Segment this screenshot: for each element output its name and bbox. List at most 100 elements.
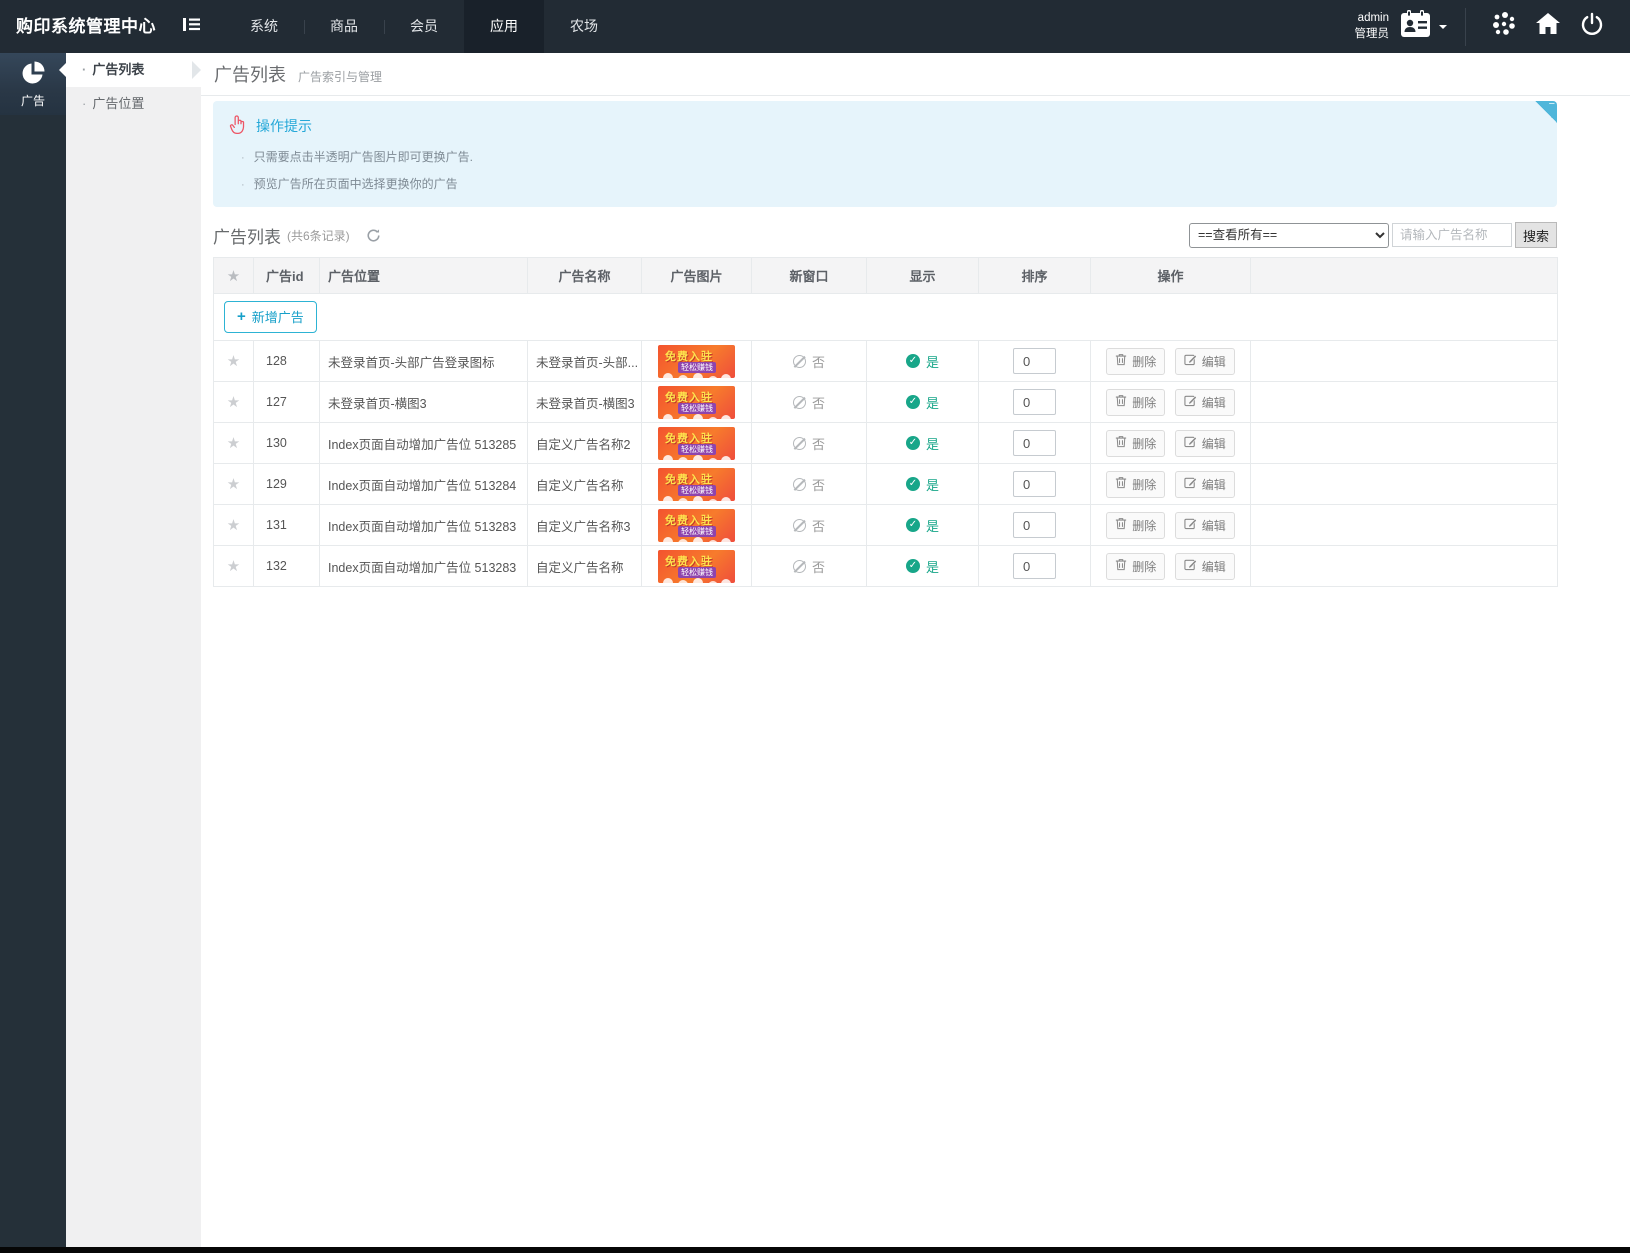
page-subtitle: 广告索引与管理 xyxy=(298,68,382,85)
table-body: + 新增广告 ★ 128 未登录首页-头部广告登录图标 未登录首页-头部... … xyxy=(214,294,1558,587)
yes-label: 是 xyxy=(926,393,939,412)
edit-label: 编辑 xyxy=(1202,435,1226,452)
power-icon xyxy=(1580,12,1604,41)
filter-select[interactable]: ==查看所有== xyxy=(1189,223,1389,248)
filler-cell xyxy=(1251,505,1558,546)
home-button[interactable] xyxy=(1526,12,1570,41)
sort-input[interactable] xyxy=(1013,553,1056,579)
list-title: 广告列表 xyxy=(213,223,281,248)
edit-icon xyxy=(1184,435,1197,451)
ad-position-cell: 未登录首页-横图3 xyxy=(320,382,528,423)
record-count: (共6条记录) xyxy=(287,227,350,244)
delete-label: 删除 xyxy=(1132,353,1156,370)
yes-label: 是 xyxy=(926,516,939,535)
ad-image-thumbnail[interactable]: 免费入驻 轻松赚钱 xyxy=(658,509,735,542)
col-header-show: 显示 xyxy=(867,258,979,294)
collapse-corner-button[interactable]: − xyxy=(1535,101,1557,123)
star-icon[interactable]: ★ xyxy=(227,517,240,534)
nav-item-3[interactable]: 应用 xyxy=(464,0,544,53)
user-menu-button[interactable] xyxy=(1399,9,1447,44)
add-button-row: + 新增广告 xyxy=(214,294,1558,341)
check-circle-icon: ✓ xyxy=(906,518,920,532)
share-network-button[interactable] xyxy=(1482,11,1526,42)
banner-text-2: 轻松赚钱 xyxy=(678,485,716,496)
delete-button[interactable]: 删除 xyxy=(1106,389,1165,416)
add-ad-button[interactable]: + 新增广告 xyxy=(224,301,317,333)
refresh-button[interactable] xyxy=(366,228,381,243)
ad-id-cell: 130 xyxy=(254,423,320,464)
tips-title-row: 操作提示 xyxy=(228,114,1543,138)
edit-button[interactable]: 编辑 xyxy=(1175,348,1235,375)
nav-item-4[interactable]: 农场 xyxy=(544,0,624,53)
edit-button[interactable]: 编辑 xyxy=(1175,553,1235,580)
tips-line: ·预览广告所在页面中选择更换你的广告 xyxy=(241,175,1543,192)
no-label: 否 xyxy=(812,475,825,494)
sort-input[interactable] xyxy=(1013,348,1056,374)
nav-item-1[interactable]: 商品 xyxy=(304,0,384,53)
edit-button[interactable]: 编辑 xyxy=(1175,389,1235,416)
submenu-item-1[interactable]: ·广告位置 xyxy=(66,87,201,121)
delete-button[interactable]: 删除 xyxy=(1106,512,1165,539)
add-ad-label: 新增广告 xyxy=(252,307,304,326)
sort-input[interactable] xyxy=(1013,389,1056,415)
star-icon[interactable]: ★ xyxy=(227,558,240,575)
edit-icon xyxy=(1184,476,1197,492)
no-icon xyxy=(793,437,806,450)
sort-input[interactable] xyxy=(1013,512,1056,538)
sort-input[interactable] xyxy=(1013,471,1056,497)
network-dots-icon xyxy=(1491,11,1517,42)
ad-image-thumbnail[interactable]: 免费入驻 轻松赚钱 xyxy=(658,550,735,583)
filler-cell xyxy=(1251,546,1558,587)
logout-button[interactable] xyxy=(1570,12,1614,41)
ad-id-cell: 132 xyxy=(254,546,320,587)
nav-item-2[interactable]: 会员 xyxy=(384,0,464,53)
delete-button[interactable]: 删除 xyxy=(1106,471,1165,498)
search-button[interactable]: 搜索 xyxy=(1515,222,1557,248)
filler-cell xyxy=(1251,341,1558,382)
plus-icon: + xyxy=(237,311,246,323)
tips-text: 只需要点击半透明广告图片即可更换广告. xyxy=(254,150,473,164)
edit-button[interactable]: 编辑 xyxy=(1175,471,1235,498)
page-title: 广告列表 xyxy=(214,61,286,87)
star-icon[interactable]: ★ xyxy=(227,476,240,493)
nav-item-0[interactable]: 系统 xyxy=(224,0,304,53)
star-icon[interactable]: ★ xyxy=(227,394,240,411)
edit-button[interactable]: 编辑 xyxy=(1175,430,1235,457)
filler-cell xyxy=(1251,423,1558,464)
star-icon[interactable]: ★ xyxy=(227,435,240,452)
submenu-sidebar: ·广告列表·广告位置 xyxy=(66,53,201,1253)
no-label: 否 xyxy=(812,557,825,576)
edit-button[interactable]: 编辑 xyxy=(1175,512,1235,539)
delete-button[interactable]: 删除 xyxy=(1106,553,1165,580)
col-header-name: 广告名称 xyxy=(528,258,642,294)
ad-id-cell: 127 xyxy=(254,382,320,423)
trash-icon xyxy=(1115,476,1127,492)
sort-input[interactable] xyxy=(1013,430,1056,456)
search-input[interactable] xyxy=(1392,223,1512,247)
edit-icon xyxy=(1184,394,1197,410)
col-header-filler xyxy=(1251,258,1558,294)
ad-name-cell: 未登录首页-横图3 xyxy=(528,382,642,423)
ad-image-thumbnail[interactable]: 免费入驻 轻松赚钱 xyxy=(658,427,735,460)
check-circle-icon: ✓ xyxy=(906,354,920,368)
delete-button[interactable]: 删除 xyxy=(1106,348,1165,375)
star-column-header[interactable]: ★ xyxy=(214,258,254,294)
submenu-item-0[interactable]: ·广告列表 xyxy=(66,53,201,87)
ad-image-thumbnail[interactable]: 免费入驻 轻松赚钱 xyxy=(658,386,735,419)
tips-text: 预览广告所在页面中选择更换你的广告 xyxy=(254,177,458,191)
trash-icon xyxy=(1115,517,1127,533)
divider xyxy=(1465,8,1466,46)
no-label: 否 xyxy=(812,516,825,535)
delete-button[interactable]: 删除 xyxy=(1106,430,1165,457)
col-header-ad-id: 广告id xyxy=(254,258,320,294)
ad-image-thumbnail[interactable]: 免费入驻 轻松赚钱 xyxy=(658,345,735,378)
ad-id-cell: 128 xyxy=(254,341,320,382)
star-icon[interactable]: ★ xyxy=(227,353,240,370)
content-inner: − 操作提示 · 只需要点击半透明广告图片即可更换广告. ·预览广告所在页面中选择… xyxy=(201,96,1630,587)
banner-text-2: 轻松赚钱 xyxy=(678,362,716,373)
new-window-status: 否 xyxy=(793,434,825,453)
ad-image-thumbnail[interactable]: 免费入驻 轻松赚钱 xyxy=(658,468,735,501)
sidebar-toggle-button[interactable] xyxy=(170,0,212,53)
ad-name-cell: 自定义广告名称 xyxy=(528,546,642,587)
bullet-icon: · xyxy=(241,152,245,164)
